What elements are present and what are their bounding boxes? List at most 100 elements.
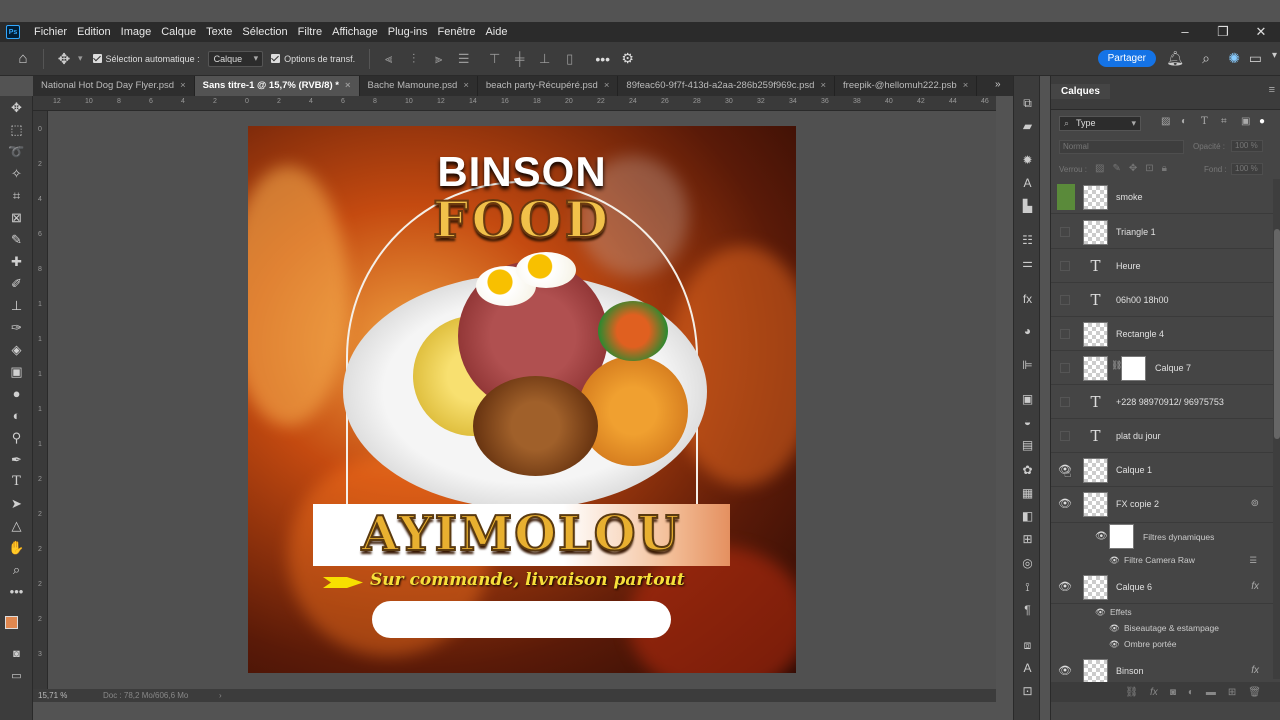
filter-pixel-icon[interactable]: ▨ [1161, 116, 1170, 127]
discover-icon[interactable]: ✺ [1228, 50, 1240, 67]
layer-row[interactable]: 👁︎ Calque 1 [1051, 453, 1273, 487]
effect-row[interactable]: 👁︎ Biseautage & estampage [1051, 620, 1273, 636]
layer-row[interactable]: T Heure [1051, 249, 1273, 283]
close-icon[interactable]: × [180, 80, 186, 91]
paths-icon[interactable]: ⟟ [1018, 578, 1037, 596]
gradients-icon[interactable]: ◧ [1018, 507, 1037, 525]
visibility-toggle[interactable] [1060, 227, 1070, 237]
shape-tool-icon[interactable]: △ [6, 516, 27, 536]
eye-icon[interactable]: 👁︎ [1109, 620, 1120, 636]
opacity-input[interactable]: 100 % [1231, 140, 1263, 152]
more-tools-icon[interactable]: ••• [6, 582, 27, 602]
close-icon[interactable]: × [604, 80, 610, 91]
eye-icon[interactable]: 👁︎ [1057, 487, 1073, 521]
tab-document[interactable]: beach party-Récupéré.psd × [478, 76, 619, 96]
filter-toggle-icon[interactable]: ● [1259, 116, 1265, 127]
workspace-icon[interactable]: ▭ [1249, 50, 1262, 67]
camera-raw-filter-row[interactable]: 👁︎ Filtre Camera Raw ☰ [1051, 552, 1273, 568]
home-icon[interactable]: ⌂ [9, 50, 37, 67]
chevron-right-icon[interactable]: › [219, 689, 222, 702]
sliders-icon[interactable]: ⚌ [1018, 254, 1037, 272]
color-panel-icon[interactable]: ◕ [1018, 322, 1037, 340]
chevron-down-icon[interactable]: ▾ [1272, 50, 1277, 61]
menu-fichier[interactable]: Fichier [29, 22, 72, 42]
add-mask-icon[interactable]: ◙ [1170, 687, 1176, 698]
distribute-vertical-icon[interactable]: ▯ [557, 51, 582, 67]
layer-row[interactable]: Rectangle 4 [1051, 317, 1273, 351]
eye-icon[interactable]: 👁︎ [1095, 529, 1108, 545]
minimize-icon[interactable]: – [1166, 22, 1204, 42]
filter-adjustment-icon[interactable]: ◐ [1181, 116, 1187, 127]
eyedropper-icon[interactable]: ✎ [6, 230, 27, 250]
swatches-icon[interactable]: ▦ [1018, 484, 1037, 502]
layer-row[interactable]: T plat du jour [1051, 419, 1273, 453]
chevron-down-icon[interactable]: ▾ [78, 53, 83, 64]
new-group-icon[interactable]: ▬ [1206, 687, 1216, 698]
image-panel-icon[interactable]: ▣ [1018, 390, 1037, 408]
type-tool-icon[interactable]: T [6, 472, 27, 492]
layer-row[interactable]: 👁︎ FX copie 2 ⊚ [1051, 487, 1273, 523]
foreground-color-swatch[interactable] [5, 616, 18, 629]
menu-affichage[interactable]: Affichage [327, 22, 383, 42]
layers-scrollbar[interactable] [1273, 179, 1280, 679]
adjustment-layer-icon[interactable]: ◐ [1188, 687, 1194, 698]
tab-document-active[interactable]: Sans titre-1 @ 15,7% (RVB/8) * × [194, 76, 360, 96]
more-options-icon[interactable]: ••• [590, 51, 615, 67]
eye-icon[interactable]: 👁︎ [1109, 552, 1120, 568]
menu-plugins[interactable]: Plug-ins [383, 22, 433, 42]
layer-row[interactable]: 👁︎ Calque 6 fx [1051, 570, 1273, 604]
eye-icon[interactable]: 👁︎ [1109, 636, 1120, 652]
link-layers-icon[interactable]: ⛓︎ [1125, 687, 1138, 698]
tab-layers[interactable]: Calques [1051, 84, 1110, 99]
filter-options-icon[interactable]: ☰ [1249, 552, 1257, 568]
eye-icon[interactable]: 👁︎ [1057, 570, 1073, 604]
adjustments-panel-icon[interactable]: ✹ [1018, 151, 1037, 169]
healing-brush-icon[interactable]: ✚ [6, 252, 27, 272]
brush-tool-icon[interactable]: ✐ [6, 274, 27, 294]
visibility-toggle[interactable] [1060, 329, 1070, 339]
align-center-icon[interactable]: ⫶ [401, 51, 426, 67]
fill-input[interactable]: 100 % [1231, 163, 1263, 175]
layer-row[interactable]: Triangle 1 [1051, 215, 1273, 249]
menu-selection[interactable]: Sélection [237, 22, 292, 42]
trash-icon[interactable]: 🗑︎ [1248, 687, 1261, 698]
bell-icon[interactable]: 🔔︎ [1166, 50, 1184, 67]
gradient-tool-icon[interactable]: ▣ [6, 362, 27, 382]
eraser-tool-icon[interactable]: ◈ [6, 340, 27, 360]
paragraph-icon[interactable]: ¶ [1018, 601, 1037, 619]
path-selection-icon[interactable]: ➤ [6, 494, 27, 514]
close-icon[interactable]: × [345, 80, 351, 91]
magic-wand-icon[interactable]: ✧ [6, 164, 27, 184]
move-tool-icon[interactable]: ✥ [50, 50, 78, 68]
zoom-lens-icon[interactable]: ⚲ [6, 428, 27, 448]
frame-tool-icon[interactable]: ⊠ [6, 208, 27, 228]
restore-icon[interactable]: ❐ [1204, 22, 1242, 42]
pen-tool-icon[interactable]: ✒ [6, 450, 27, 470]
fx-icon[interactable]: fx [1251, 570, 1259, 604]
align-left-icon[interactable]: ⫷ [376, 51, 401, 67]
tab-document[interactable]: 89feac60-9f7f-413d-a2aa-286b259f969c.psd… [618, 76, 836, 96]
marquee-tool-icon[interactable]: ⬚ [6, 120, 27, 140]
menu-edition[interactable]: Edition [72, 22, 116, 42]
auto-select-dropdown[interactable]: Calque [207, 50, 264, 67]
smart-filters-row[interactable]: 👁︎ Filtres dynamiques [1051, 523, 1273, 551]
hand-tool-icon[interactable]: ✋ [6, 538, 27, 558]
canvas-area[interactable]: BINSON FOOD AYIMOLOU Sur commande, livra… [48, 111, 996, 689]
share-button[interactable]: Partager [1097, 50, 1156, 67]
lasso-tool-icon[interactable]: ➰ [6, 142, 27, 162]
blur-tool-icon[interactable]: ● [6, 384, 27, 404]
quick-mask-icon[interactable]: ◙ [6, 644, 27, 664]
layer-row[interactable]: smoke [1051, 180, 1273, 214]
close-icon[interactable]: ✕ [1242, 22, 1280, 42]
menu-fenetre[interactable]: Fenêtre [433, 22, 481, 42]
new-layer-icon[interactable]: ⊞ [1228, 687, 1236, 698]
layer-row[interactable]: T +228 98970912/ 96975753 [1051, 385, 1273, 419]
zoom-level[interactable]: 15,71 % [38, 689, 67, 702]
character-panel-icon[interactable]: A [1018, 174, 1037, 192]
visibility-toggle[interactable] [1060, 363, 1070, 373]
effects-row[interactable]: 👁︎ Effets [1051, 604, 1273, 620]
color-wheel-icon[interactable]: ◒ [1018, 413, 1037, 431]
move-tool-icon[interactable]: ✥ [6, 98, 27, 118]
channels-icon[interactable]: ◎ [1018, 554, 1037, 572]
eye-icon[interactable]: 👁︎ [1095, 604, 1106, 620]
